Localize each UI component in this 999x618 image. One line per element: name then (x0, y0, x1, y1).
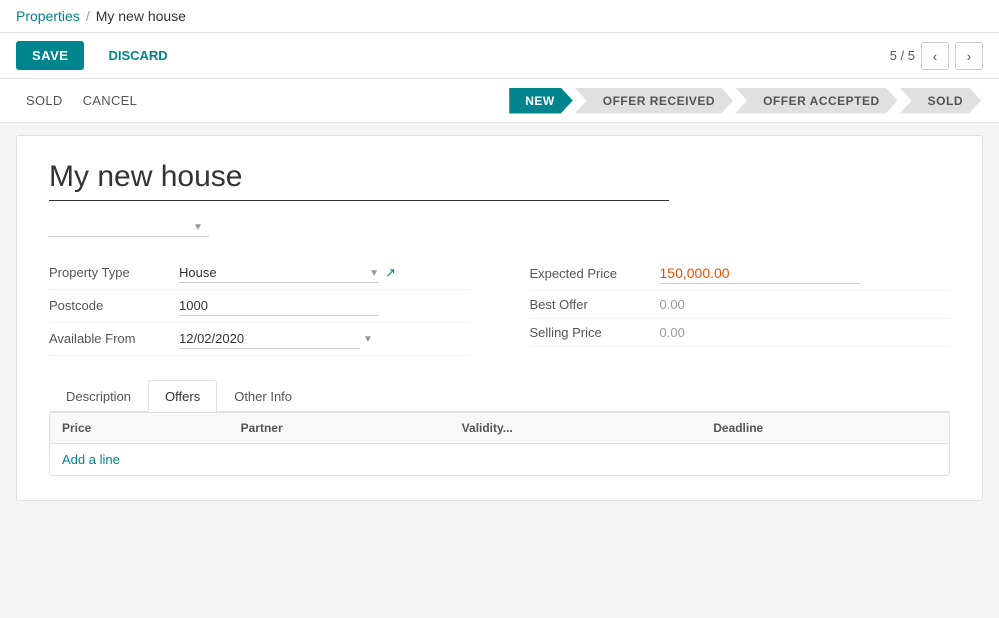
date-arrow-icon: ▼ (363, 334, 373, 345)
main-content: My new house ▼ Property Type Hous (0, 123, 999, 513)
title-dropdown[interactable] (49, 217, 209, 237)
offers-table-wrapper: Price Partner Validity... Deadline Add a… (49, 412, 950, 476)
tab-other-info[interactable]: Other Info (217, 380, 309, 412)
fields-left: Property Type House ▼ ↗ Postcode (49, 257, 470, 356)
chevron-left-icon: ‹ (933, 48, 938, 64)
title-sub-row: ▼ (49, 217, 950, 237)
title-select-wrapper: ▼ (49, 217, 203, 237)
available-from-row: Available From ▼ (49, 323, 470, 356)
tab-offers[interactable]: Offers (148, 380, 217, 412)
fields-grid: Property Type House ▼ ↗ Postcode (49, 257, 950, 356)
offers-table: Price Partner Validity... Deadline (50, 413, 949, 444)
stage-offer-received[interactable]: OFFER RECEIVED (575, 88, 733, 114)
tabs-container: Description Offers Other Info (49, 380, 950, 412)
property-type-select[interactable]: House (179, 263, 379, 283)
add-line-button[interactable]: Add a line (50, 444, 132, 475)
col-validity: Validity... (450, 413, 702, 444)
selling-price-value: 0.00 (660, 325, 951, 340)
selling-price-label: Selling Price (530, 325, 660, 340)
discard-button[interactable]: DISCARD (92, 41, 183, 70)
property-type-value: House ▼ ↗ (179, 263, 470, 283)
breadcrumb-separator: / (86, 8, 90, 24)
cancel-action[interactable]: CANCEL (73, 81, 148, 120)
expected-price-input[interactable] (660, 263, 860, 284)
stage-offer-accepted[interactable]: OFFER ACCEPTED (735, 88, 898, 114)
save-button[interactable]: SAVE (16, 41, 84, 70)
stage-new[interactable]: NEW (509, 88, 573, 114)
breadcrumb-bar: Properties / My new house (0, 0, 999, 33)
postcode-label: Postcode (49, 298, 179, 313)
status-bar: SOLD CANCEL NEW OFFER RECEIVED OFFER ACC… (0, 79, 999, 123)
selling-price-row: Selling Price 0.00 (530, 319, 951, 347)
best-offer-row: Best Offer 0.00 (530, 291, 951, 319)
pagination-text: 5 / 5 (890, 48, 915, 63)
postcode-row: Postcode (49, 290, 470, 323)
expected-price-row: Expected Price (530, 257, 951, 291)
property-type-external-link[interactable]: ↗ (385, 265, 396, 281)
chevron-right-icon: › (967, 48, 972, 64)
col-deadline: Deadline (701, 413, 949, 444)
property-type-row: Property Type House ▼ ↗ (49, 257, 470, 290)
sold-action[interactable]: SOLD (16, 81, 73, 120)
stage-sold[interactable]: SOLD (900, 88, 981, 114)
prev-record-button[interactable]: ‹ (921, 42, 949, 70)
available-from-select-wrapper: ▼ (179, 329, 373, 349)
pagination: 5 / 5 ‹ › (890, 42, 983, 70)
postcode-input[interactable] (179, 296, 379, 316)
expected-price-value (660, 263, 951, 284)
breadcrumb-current: My new house (96, 8, 186, 24)
form-card: My new house ▼ Property Type Hous (16, 135, 983, 501)
property-title: My new house (49, 160, 669, 201)
best-offer-text: 0.00 (660, 297, 685, 312)
selling-price-text: 0.00 (660, 325, 685, 340)
breadcrumb-parent[interactable]: Properties (16, 8, 80, 24)
next-record-button[interactable]: › (955, 42, 983, 70)
available-from-input[interactable] (179, 329, 359, 349)
table-header-row: Price Partner Validity... Deadline (50, 413, 949, 444)
property-type-select-wrapper: House ▼ (179, 263, 379, 283)
fields-right: Expected Price Best Offer 0.00 Selling P… (530, 257, 951, 356)
tab-description[interactable]: Description (49, 380, 148, 412)
tabs-list: Description Offers Other Info (49, 380, 950, 411)
action-bar: SAVE DISCARD 5 / 5 ‹ › (0, 33, 999, 79)
best-offer-label: Best Offer (530, 297, 660, 312)
available-from-label: Available From (49, 331, 179, 346)
property-type-label: Property Type (49, 265, 179, 280)
best-offer-value: 0.00 (660, 297, 951, 312)
expected-price-label: Expected Price (530, 266, 660, 281)
pipeline: NEW OFFER RECEIVED OFFER ACCEPTED SOLD (509, 88, 983, 114)
table-header: Price Partner Validity... Deadline (50, 413, 949, 444)
col-partner: Partner (229, 413, 450, 444)
col-price: Price (50, 413, 229, 444)
postcode-value (179, 296, 470, 316)
available-from-value: ▼ (179, 329, 470, 349)
